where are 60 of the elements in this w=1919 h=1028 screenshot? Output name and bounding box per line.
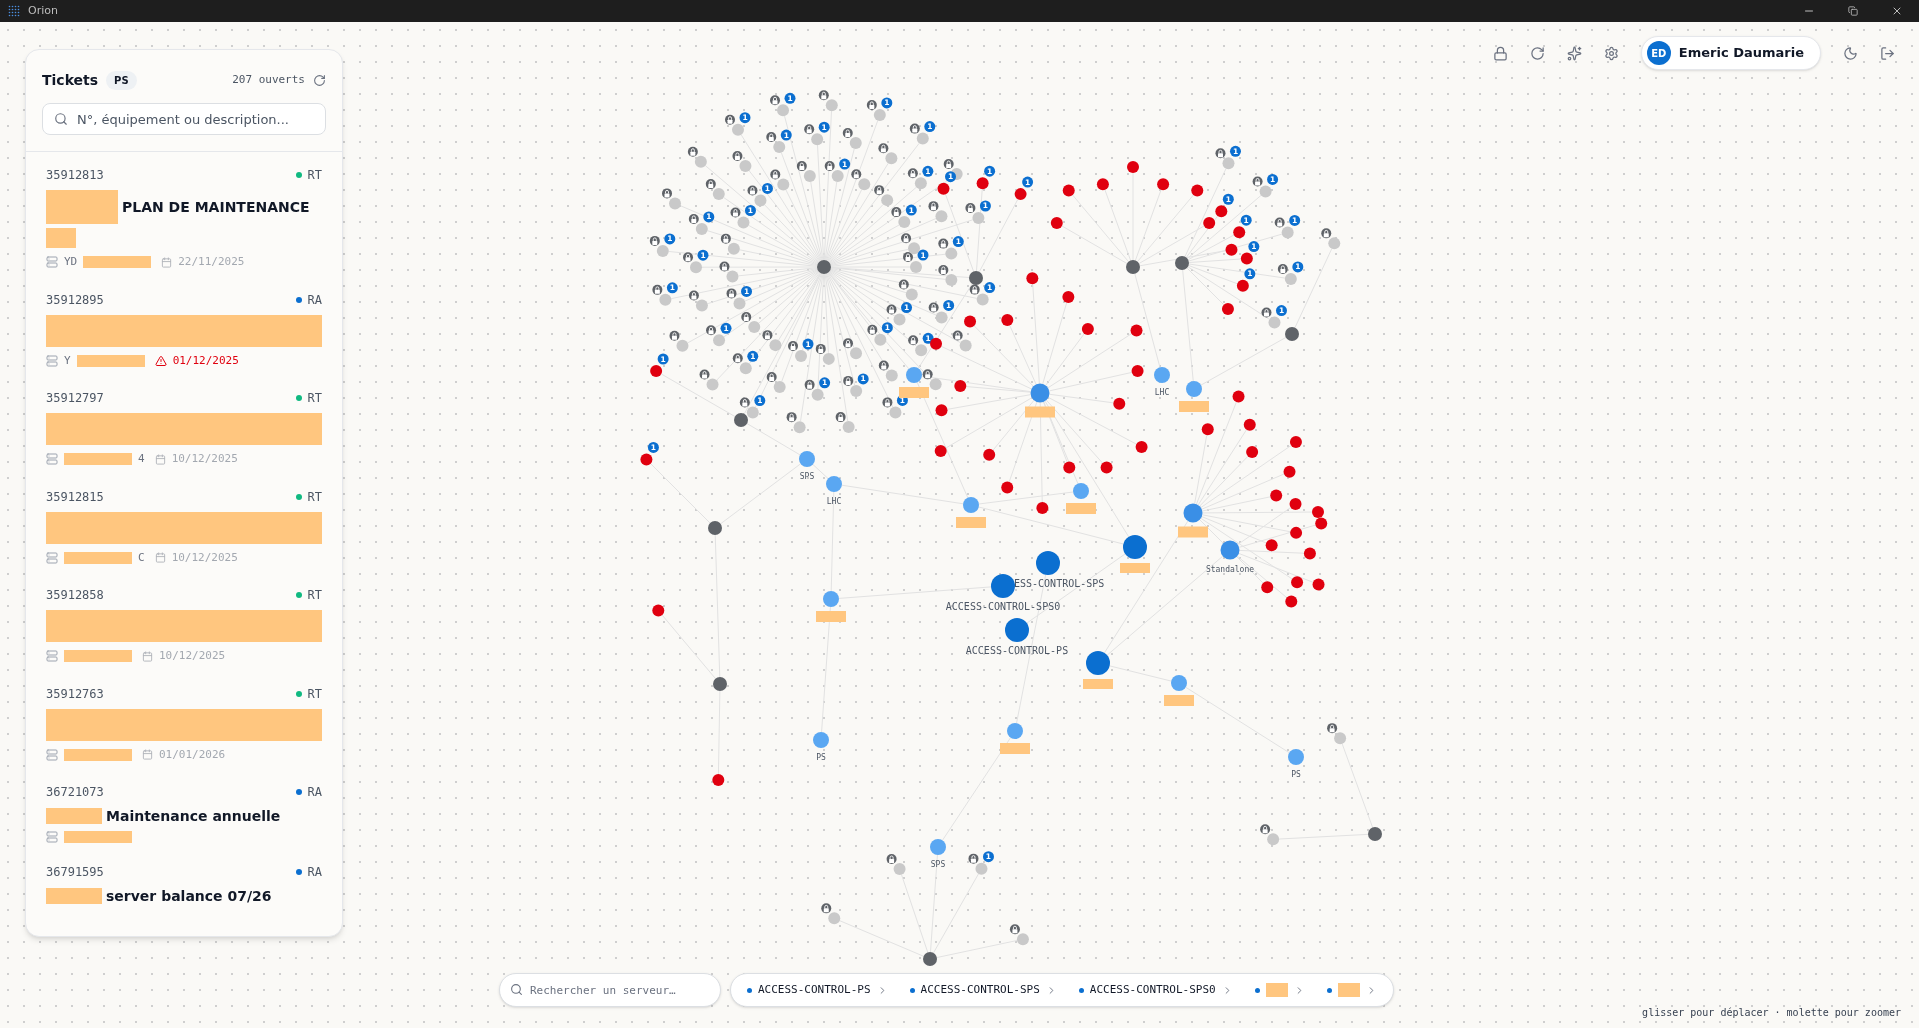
equipment-code: YD <box>64 254 78 270</box>
user-name: Emeric Daumarie <box>1678 44 1804 63</box>
equipment-code: C <box>138 549 145 566</box>
node-label: PS <box>1291 770 1301 779</box>
ticket-number: 35912858 <box>46 587 104 604</box>
equipment-code: Y <box>64 352 71 369</box>
scope-badge: PS <box>106 71 137 90</box>
ticket-card[interactable]: 35912797 RT 4 10/12/2025 <box>26 379 342 478</box>
status-code: RA <box>307 291 322 309</box>
user-chip[interactable]: ED Emeric Daumarie <box>1640 36 1821 70</box>
open-count: 207 ouverts <box>232 72 305 89</box>
ticket-card[interactable]: 35912895 RA Y 01/12/2025 <box>26 280 342 379</box>
due-date: 01/12/2025 <box>172 352 239 369</box>
search-field[interactable]: N°, équipement ou description... <box>42 103 326 135</box>
status-code: RA <box>307 864 322 881</box>
node-label: ESS-CONTROL-SPS <box>1014 578 1105 589</box>
due-date: 10/12/2025 <box>171 549 238 566</box>
ticket-title: PLAN DE MAINTENANCE <box>122 198 310 216</box>
ticket-card[interactable]: 35912813 RT PLAN DE MAINTENANCE YD 22/11/2025 <box>26 156 342 281</box>
ticket-card[interactable]: 35912815 RT C 10/12/2025 <box>26 477 342 576</box>
ticket-number: 35912813 <box>46 167 104 184</box>
status-code: RT <box>307 167 322 184</box>
node-label: LHC <box>826 497 842 506</box>
server-search-field[interactable]: Rechercher un serveur… <box>499 973 721 1007</box>
due-date: 10/12/2025 <box>171 451 238 467</box>
ticket-number: 35912797 <box>46 390 104 407</box>
ticket-card[interactable]: 36721073 RA Maintenance annuelle <box>26 773 342 853</box>
ticket-number: 35912895 <box>46 291 104 309</box>
panel-title: Tickets <box>42 71 99 90</box>
ticket-number: 35912763 <box>46 685 104 703</box>
ticket-title: server balance 07/26 <box>106 887 272 905</box>
due-date: 01/01/2026 <box>159 746 226 763</box>
ticket-title: Maintenance annuelle <box>106 807 281 825</box>
node-label: ACCESS-CONTROL-SPS0 <box>945 601 1061 612</box>
due-date: 22/11/2025 <box>178 254 245 270</box>
status-code: RT <box>307 685 322 703</box>
ticket-card[interactable]: 35912858 RT 10/12/2025 <box>26 576 342 675</box>
ticket-card[interactable]: 35912763 RT 01/01/2026 <box>26 674 342 773</box>
ticket-number: 36721073 <box>46 784 104 801</box>
breadcrumb-link[interactable]: ACCESS-CONTROL-SPS <box>920 981 1040 999</box>
ticket-card[interactable]: 36791595 RA server balance 07/26 <box>26 853 342 915</box>
node-label: PS <box>816 753 826 762</box>
node-label: SPS <box>799 472 815 481</box>
status-code: RT <box>307 390 322 407</box>
node-label: SPS <box>930 860 946 869</box>
status-code: RA <box>307 784 322 801</box>
node-label: Standalone <box>1205 564 1255 574</box>
ticket-number: 35912815 <box>46 488 104 506</box>
status-code: RT <box>307 587 322 604</box>
node-label: LHC <box>1154 388 1170 397</box>
ticket-number: 36791595 <box>46 864 104 881</box>
node-label: ACCESS-CONTROL-PS <box>965 645 1069 656</box>
due-date: 10/12/2025 <box>159 648 226 664</box>
equipment-code: 4 <box>138 451 145 467</box>
user-avatar: ED <box>1646 41 1671 65</box>
window-title: Orion <box>28 2 58 19</box>
navigation-hint: glisser pour déplacer · molette pour zoomer <box>1642 1006 1901 1020</box>
status-code: RT <box>307 488 322 506</box>
breadcrumb-link[interactable]: ACCESS-CONTROL-SPS0 <box>1089 981 1216 999</box>
breadcrumb-link[interactable]: ACCESS-CONTROL-PS <box>758 981 871 999</box>
